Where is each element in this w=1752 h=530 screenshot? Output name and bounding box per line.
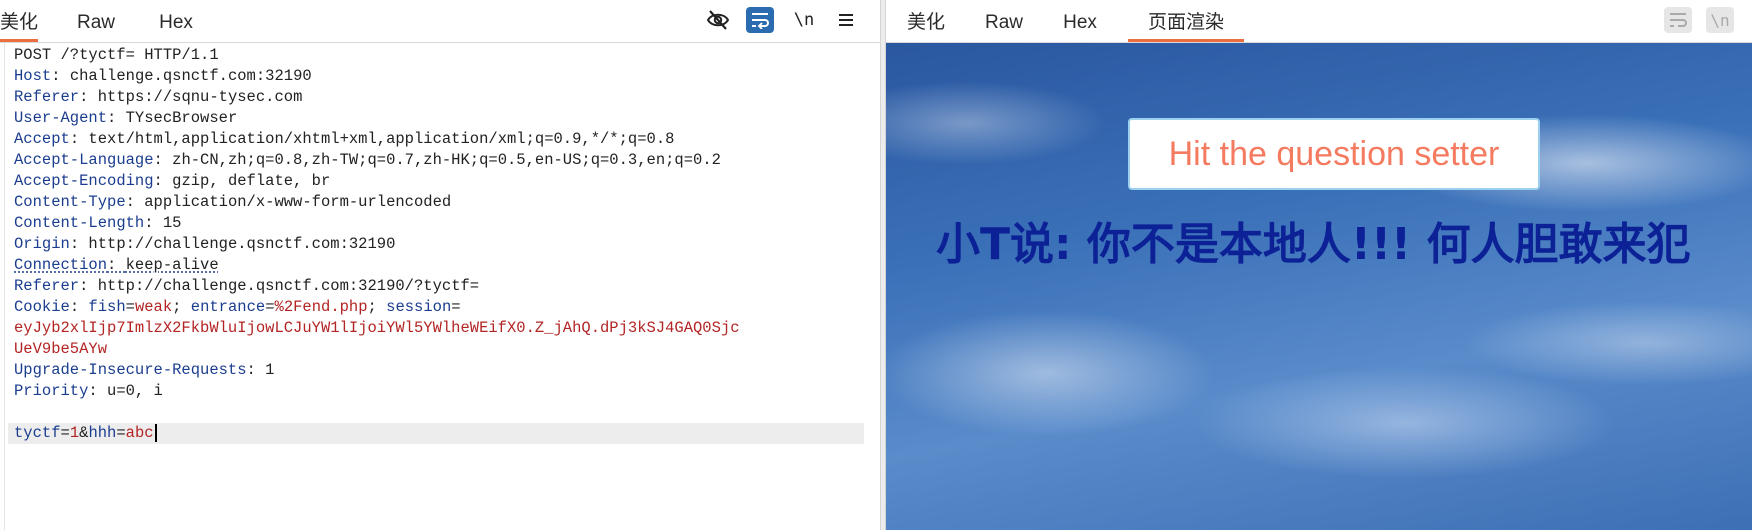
tab-hex[interactable]: Hex: [1060, 0, 1100, 42]
cookie-line: Cookie: fish=weak; entrance=%2Fend.php; …: [14, 298, 461, 316]
response-pane: 美化 Raw Hex 页面渲染 \n Hit the question sett…: [886, 0, 1752, 530]
newline-icon[interactable]: \n: [1706, 7, 1734, 33]
rendered-page: Hit the question setter 小T说: 你不是本地人!!! 何…: [886, 43, 1752, 530]
header-line: Priority: u=0, i: [14, 382, 163, 400]
editor-gutter: [4, 43, 5, 530]
header-line: Accept: text/html,application/xhtml+xml,…: [14, 130, 675, 148]
header-line: Upgrade-Insecure-Requests: 1: [14, 361, 275, 379]
tab-render[interactable]: 页面渲染: [1128, 0, 1244, 42]
hit-question-setter-button[interactable]: Hit the question setter: [1128, 118, 1540, 190]
header-line: Accept-Encoding: gzip, deflate, br: [14, 172, 331, 190]
tab-hex[interactable]: Hex: [156, 0, 196, 42]
tab-raw[interactable]: Raw: [74, 0, 118, 42]
request-pane: 美化 Raw Hex \n POST /?tyctf= HTTP/1.1 Hos…: [0, 0, 880, 530]
header-line: Host: challenge.qsnctf.com:32190: [14, 67, 312, 85]
header-line: Content-Type: application/x-www-form-url…: [14, 193, 452, 211]
header-line: Origin: http://challenge.qsnctf.com:3219…: [14, 235, 396, 253]
wrap-text-icon[interactable]: [746, 7, 774, 33]
header-line: Referer: http://challenge.qsnctf.com:321…: [14, 277, 480, 295]
response-tabbar: 美化 Raw Hex 页面渲染 \n: [886, 0, 1752, 43]
eye-slash-icon[interactable]: [704, 7, 732, 33]
tab-raw[interactable]: Raw: [982, 0, 1026, 42]
header-line: Accept-Language: zh-CN,zh;q=0.8,zh-TW;q=…: [14, 151, 721, 169]
tab-pretty[interactable]: 美化: [0, 0, 38, 42]
page-headline: 小T说: 你不是本地人!!! 何人胆敢来犯: [936, 219, 1691, 270]
menu-icon[interactable]: [832, 7, 860, 33]
header-line: Referer: https://sqnu-tysec.com: [14, 88, 303, 106]
header-line: Connection: keep-alive: [14, 256, 219, 274]
cookie-session-value: UeV9be5AYw: [14, 340, 108, 358]
header-line: User-Agent: TYsecBrowser: [14, 109, 238, 127]
request-editor[interactable]: POST /?tyctf= HTTP/1.1 Host: challenge.q…: [0, 43, 880, 530]
header-line: Content-Length: 15: [14, 214, 182, 232]
request-tabbar: 美化 Raw Hex \n: [0, 0, 880, 43]
request-line: POST /?tyctf= HTTP/1.1: [14, 46, 219, 64]
text-caret: [154, 423, 157, 442]
request-body-line[interactable]: tyctf=1&hhh=abc: [8, 423, 864, 444]
wrap-text-icon[interactable]: [1664, 7, 1692, 33]
newline-icon[interactable]: \n: [790, 7, 818, 33]
tab-pretty[interactable]: 美化: [906, 0, 946, 42]
cookie-session-value: eyJyb2xlIjp7ImlzX2FkbWluIjowLCJuYW1lIjoi…: [14, 319, 740, 337]
